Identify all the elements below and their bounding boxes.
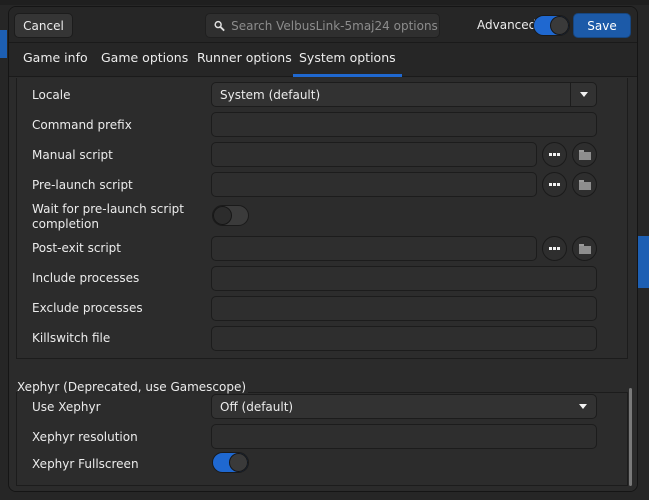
manual-script-label: Manual script <box>32 148 113 162</box>
advanced-label: Advanced <box>477 18 537 32</box>
include-processes-input[interactable] <box>211 266 597 291</box>
chevron-down-icon[interactable] <box>570 83 596 106</box>
wait-pre-launch-label-line2: completion <box>32 217 99 231</box>
pre-launch-script-label: Pre-launch script <box>32 178 133 192</box>
wait-pre-launch-label-line1: Wait for pre-launch script <box>32 202 184 216</box>
xephyr-section-title: Xephyr (Deprecated, use Gamescope) <box>17 380 249 394</box>
use-xephyr-value: Off (default) <box>220 399 294 414</box>
wait-pre-launch-label: Wait for pre-launch script completion <box>32 202 184 232</box>
background-top-strip <box>0 0 649 5</box>
cancel-button[interactable]: Cancel <box>14 13 73 38</box>
wait-pre-launch-toggle[interactable] <box>212 205 249 226</box>
exclude-processes-input[interactable] <box>211 296 597 321</box>
tab-system-options[interactable]: System options <box>293 43 402 77</box>
post-exit-script-more-button[interactable] <box>542 236 567 261</box>
command-prefix-label: Command prefix <box>32 118 132 132</box>
folder-icon <box>578 179 591 190</box>
tab-game-info[interactable]: Game info <box>17 43 94 77</box>
command-prefix-input[interactable] <box>211 112 597 137</box>
manual-script-more-button[interactable] <box>542 142 567 167</box>
manual-script-browse-button[interactable] <box>572 142 597 167</box>
toggle-knob <box>550 16 569 35</box>
xephyr-resolution-label: Xephyr resolution <box>32 430 138 444</box>
options-scroll-area: Locale System (default) Command prefix M… <box>9 78 637 491</box>
locale-label: Locale <box>32 88 71 102</box>
killswitch-file-label: Killswitch file <box>32 331 111 345</box>
toggle-knob <box>229 453 248 472</box>
include-processes-label: Include processes <box>32 271 140 285</box>
chevron-down-icon <box>570 395 596 418</box>
save-button[interactable]: Save <box>573 13 631 38</box>
background-selected-item <box>0 30 7 58</box>
pre-launch-script-input[interactable] <box>211 172 537 197</box>
search-box[interactable] <box>205 13 440 38</box>
xephyr-fullscreen-label: Xephyr Fullscreen <box>32 457 139 471</box>
search-input[interactable] <box>231 18 439 33</box>
locale-dropdown[interactable]: System (default) <box>211 82 597 107</box>
tab-runner-options[interactable]: Runner options <box>191 43 298 77</box>
ellipsis-icon <box>549 247 560 250</box>
post-exit-script-browse-button[interactable] <box>572 236 597 261</box>
header-bar: Cancel Advanced Save <box>9 7 637 43</box>
xephyr-fullscreen-toggle[interactable] <box>212 452 249 473</box>
locale-value: System (default) <box>220 87 321 102</box>
ellipsis-icon <box>549 183 560 186</box>
vertical-scrollbar[interactable] <box>629 388 632 486</box>
killswitch-file-input[interactable] <box>211 326 597 351</box>
pre-launch-script-more-button[interactable] <box>542 172 567 197</box>
tab-bar: Game info Game options Runner options Sy… <box>9 43 637 77</box>
tab-game-options[interactable]: Game options <box>95 43 194 77</box>
ellipsis-icon <box>549 153 560 156</box>
game-config-dialog: Cancel Advanced Save Game info Game opti… <box>8 6 638 492</box>
use-xephyr-dropdown[interactable]: Off (default) <box>211 394 597 419</box>
pre-launch-script-browse-button[interactable] <box>572 172 597 197</box>
xephyr-resolution-input[interactable] <box>211 424 597 449</box>
manual-script-input[interactable] <box>211 142 537 167</box>
post-exit-script-label: Post-exit script <box>32 241 122 255</box>
folder-icon <box>578 149 591 160</box>
search-icon <box>214 20 225 31</box>
use-xephyr-label: Use Xephyr <box>32 400 101 414</box>
background-accent <box>637 236 649 288</box>
folder-icon <box>578 243 591 254</box>
exclude-processes-label: Exclude processes <box>32 301 143 315</box>
advanced-toggle[interactable] <box>533 15 570 36</box>
post-exit-script-input[interactable] <box>211 236 537 261</box>
toggle-knob <box>213 206 232 225</box>
